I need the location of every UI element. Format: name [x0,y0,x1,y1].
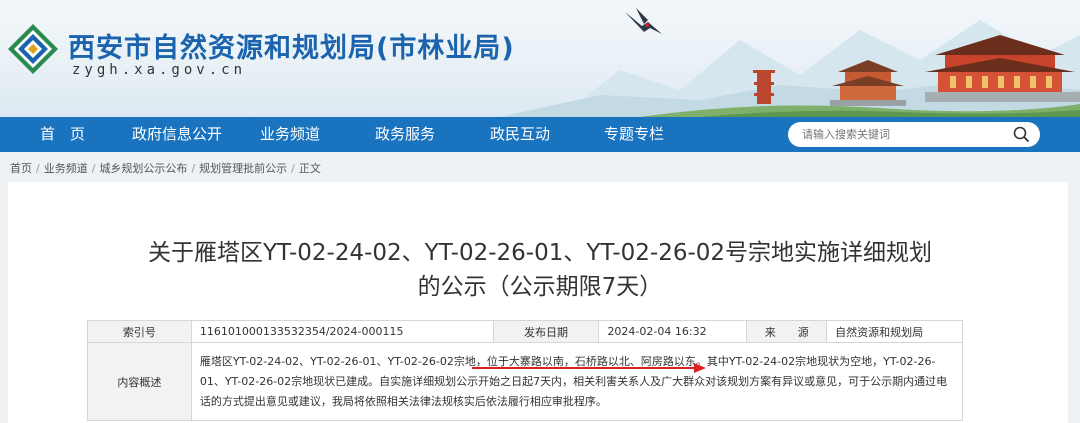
red-underline-arrow-annotation [472,363,706,373]
nav-item-business[interactable]: 业务频道 [260,117,320,152]
breadcrumb-business[interactable]: 业务频道 [44,162,88,175]
article-title-line2: 的公示（公示期限7天） [417,274,663,300]
breadcrumb-current: 正文 [298,162,321,175]
breadcrumb-separator: / [36,162,40,175]
site-domain: zygh.xa.gov.cn [72,62,247,78]
search-input[interactable] [802,126,1002,143]
search-icon[interactable] [1013,126,1030,143]
breadcrumb-urban-planning[interactable]: 城乡规划公示公布 [99,162,187,175]
nav-item-home[interactable]: 首 页 [40,117,85,152]
nav-item-interaction[interactable]: 政民互动 [490,117,550,152]
summary-value: 雁塔区YT-02-24-02、YT-02-26-01、YT-02-26-02宗地… [190,342,964,421]
nav-item-services[interactable]: 政务服务 [375,117,435,152]
swallow-bird-illustration [625,8,662,34]
breadcrumb: 首页 / 业务频道 / 城乡规划公示公布 / 规划管理批前公示 / 正文 [10,160,321,176]
site-title[interactable]: 西安市自然资源和规划局(市林业局) [68,26,515,65]
index-value: 116101000133532354/2024-000115 [190,320,494,343]
breadcrumb-pre-approval[interactable]: 规划管理批前公示 [199,162,287,175]
date-label: 发布日期 [492,320,600,343]
source-value: 自然资源和规划局 [826,320,963,343]
breadcrumb-separator: / [191,162,196,175]
header-banner: 西安市自然资源和规划局(市林业局) zygh.xa.gov.cn [0,0,1080,117]
article-title-line1: 关于雁塔区YT-02-24-02、YT-02-26-01、YT-02-26-02… [147,240,933,266]
breadcrumb-separator: / [91,162,96,175]
breadcrumb-home[interactable]: 首页 [10,162,32,175]
nav-item-gov-info[interactable]: 政府信息公开 [132,117,222,152]
index-label: 索引号 [87,320,192,343]
site-logo-icon[interactable] [6,22,60,76]
nav-item-topics[interactable]: 专题专栏 [604,117,664,152]
date-value: 2024-02-04 16:32 [598,320,748,343]
summary-label: 内容概述 [87,342,192,421]
article-title: 关于雁塔区YT-02-24-02、YT-02-26-01、YT-02-26-02… [60,236,1020,304]
breadcrumb-separator: / [291,162,295,175]
search-box [788,122,1040,147]
source-label: 来 源 [746,320,828,343]
